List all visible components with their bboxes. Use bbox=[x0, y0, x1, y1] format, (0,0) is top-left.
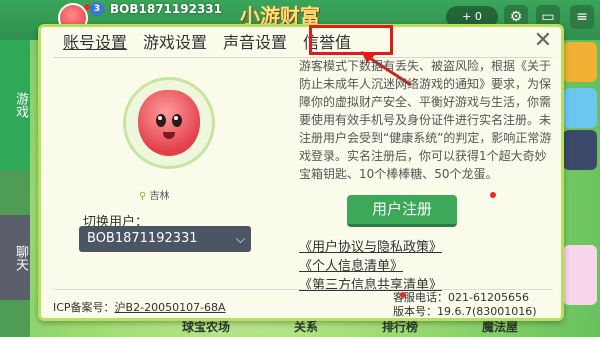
policy-links: 《用户协议与隐私政策》 《个人信息清单》 《第三方信息共享清单》 bbox=[299, 238, 442, 295]
side-event-card[interactable] bbox=[563, 130, 597, 170]
notification-dot bbox=[490, 192, 496, 198]
user-select[interactable]: BOB1871192331 ⌵ bbox=[79, 226, 251, 252]
personal-info-link[interactable]: 《个人信息清单》 bbox=[299, 257, 442, 276]
notification-dot bbox=[400, 292, 406, 298]
tab-account-settings[interactable]: 账号设置 bbox=[55, 31, 135, 55]
rail-tab-game[interactable]: 游戏 bbox=[0, 40, 30, 170]
tab-sound-settings[interactable]: 声音设置 bbox=[215, 31, 295, 55]
top-username: BOB1871192331 bbox=[110, 2, 222, 16]
notice-text: 游客模式下数据有丢失、被盗风险，根据《关于防止未成年人沉迷网络游戏的通知》要求，… bbox=[299, 59, 552, 181]
location-text: 吉林 bbox=[149, 191, 170, 202]
location-pin-icon: ⚲ bbox=[139, 191, 147, 202]
icp-label: ICP备案号： bbox=[53, 301, 115, 314]
notification-dot bbox=[84, 4, 90, 10]
footer-divider bbox=[53, 289, 553, 290]
version-number: 版本号：19.6.7(83001016) bbox=[393, 305, 537, 318]
service-phone: 客服电话：021-61205656 bbox=[393, 291, 529, 304]
icp-record: ICP备案号：沪B2-20050107-68A bbox=[53, 299, 226, 315]
side-event-card[interactable] bbox=[563, 245, 597, 305]
avatar-eye bbox=[156, 114, 166, 127]
settings-dialog: 账号设置 游戏设置 声音设置 信誉值 ✕ ⚲ 吉林 切换用户： BOB18711… bbox=[38, 24, 564, 321]
avatar-eye bbox=[172, 114, 182, 127]
close-icon[interactable]: ✕ bbox=[531, 29, 555, 53]
selected-user: BOB1871192331 bbox=[87, 231, 198, 246]
avatar-frame[interactable] bbox=[123, 77, 215, 169]
menu-icon[interactable]: ≡ bbox=[570, 5, 594, 29]
register-button[interactable]: 用户注册 bbox=[347, 195, 457, 227]
contact-info: 客服电话：021-61205656 版本号：19.6.7(83001016) bbox=[393, 291, 537, 319]
location-label: ⚲ 吉林 bbox=[139, 187, 170, 202]
avatar bbox=[138, 90, 200, 156]
level-badge: 3 bbox=[90, 2, 104, 16]
side-event-card[interactable] bbox=[563, 88, 597, 128]
rail-tab-chat[interactable]: 聊天 bbox=[0, 215, 30, 300]
user-agreement-link[interactable]: 《用户协议与隐私政策》 bbox=[299, 238, 442, 257]
chevron-down-icon: ⌵ bbox=[235, 232, 245, 246]
icp-number[interactable]: 沪B2-20050107-68A bbox=[115, 301, 226, 314]
avatar-mouth bbox=[163, 132, 175, 139]
side-event-card[interactable] bbox=[563, 42, 597, 82]
tab-game-settings[interactable]: 游戏设置 bbox=[135, 31, 215, 55]
